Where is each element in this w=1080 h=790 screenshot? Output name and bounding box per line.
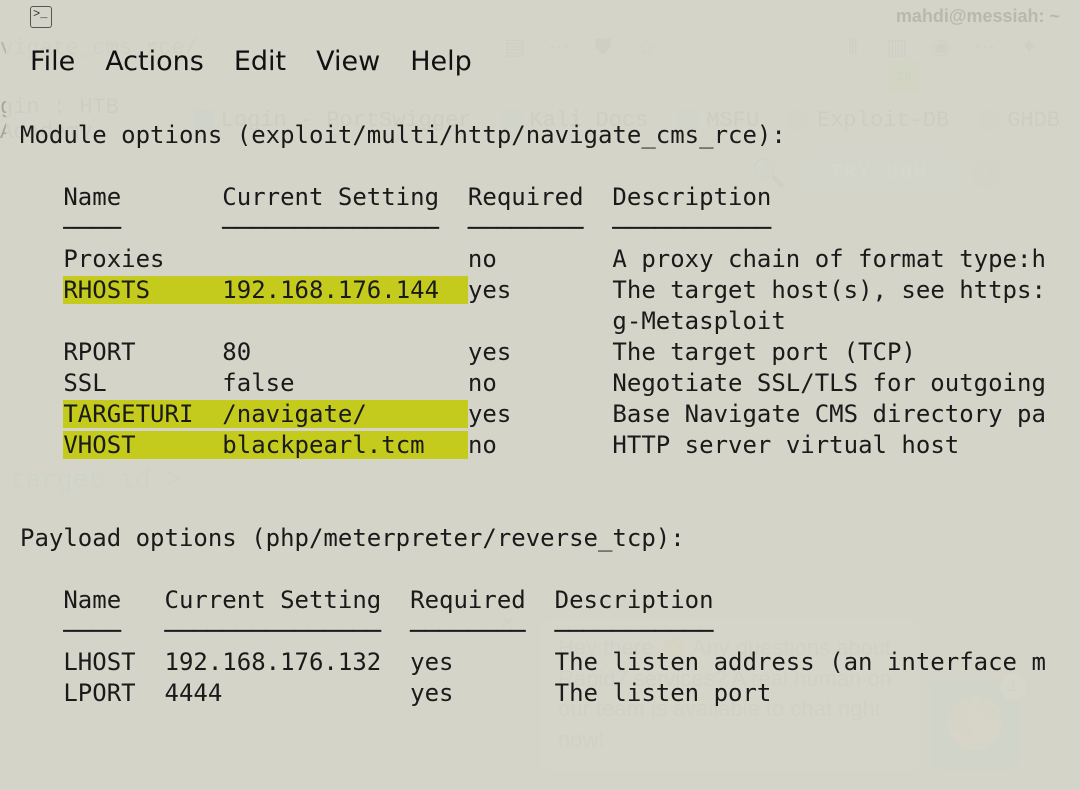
menu-view[interactable]: View bbox=[316, 46, 380, 77]
menu-edit[interactable]: Edit bbox=[234, 46, 286, 77]
terminal-output[interactable]: Module options (exploit/multi/http/navig… bbox=[20, 120, 1080, 709]
menu-file[interactable]: File bbox=[30, 46, 75, 77]
menu-actions[interactable]: Actions bbox=[105, 46, 204, 77]
menu-help[interactable]: Help bbox=[410, 46, 472, 77]
menu-bar[interactable]: File Actions Edit View Help bbox=[30, 46, 472, 77]
terminal-app-icon: >_ bbox=[30, 6, 52, 28]
